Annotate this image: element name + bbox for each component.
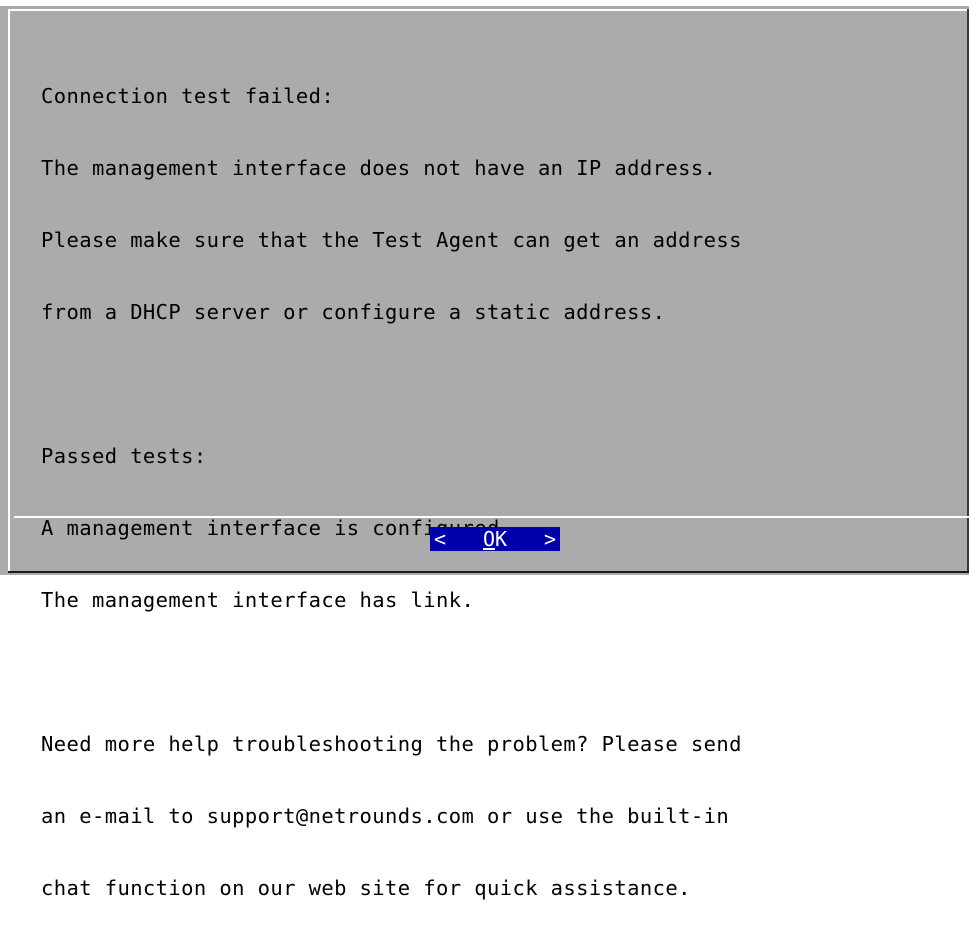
ok-button-label-rest: K xyxy=(495,527,508,551)
message-line: Please make sure that the Test Agent can… xyxy=(41,228,742,252)
dialog-frame-left xyxy=(8,9,10,571)
message-line xyxy=(41,660,951,684)
ok-button-label: OK xyxy=(483,527,507,551)
button-left-bracket: < xyxy=(434,527,447,551)
button-right-bracket: > xyxy=(543,527,556,551)
message-line: chat function on our web site for quick … xyxy=(41,876,691,900)
message-line xyxy=(41,372,951,396)
dialog-message: Connection test failed: The management i… xyxy=(41,36,951,948)
message-line: an e-mail to support@netrounds.com or us… xyxy=(41,804,730,828)
ok-button-hotkey: O xyxy=(482,527,495,551)
message-line: Need more help troubleshooting the probl… xyxy=(41,732,742,756)
message-line: Connection test failed: xyxy=(41,84,335,108)
message-line: The management interface has link. xyxy=(41,588,475,612)
ok-button[interactable]: < OK > xyxy=(430,527,560,551)
message-line: The management interface does not have a… xyxy=(41,156,717,180)
dialog-frame-top xyxy=(8,9,969,11)
message-line: from a DHCP server or configure a static… xyxy=(41,300,666,324)
message-line: Passed tests: xyxy=(41,444,207,468)
button-area-divider xyxy=(14,516,969,518)
dialog-box: Connection test failed: The management i… xyxy=(0,6,969,900)
